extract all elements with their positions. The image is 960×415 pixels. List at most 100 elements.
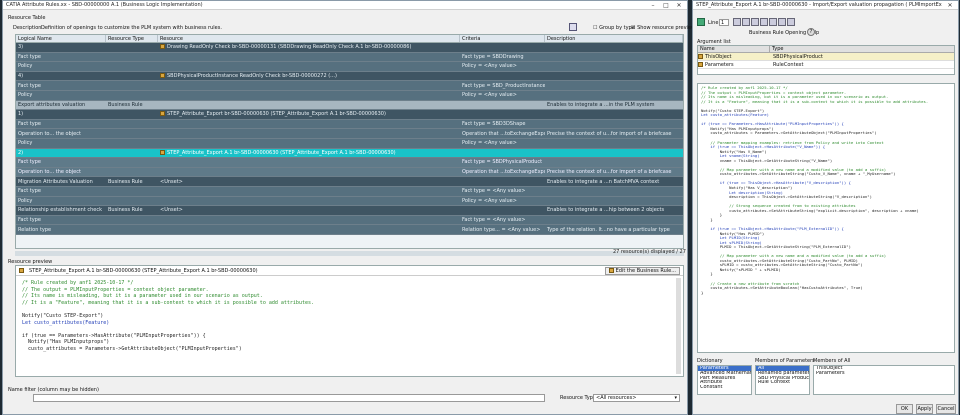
print-icon[interactable] [787,18,795,26]
column-header[interactable]: Description [545,35,683,42]
argument-rows: ThisObject SBDPhysicalProduct Parameters Ru… [698,53,954,69]
table-cell: Policy = <Any value> [462,197,517,204]
table-cell: Fact type [18,121,41,128]
table-cell: 4) [18,73,24,80]
table-row[interactable]: Relation type Relation type... = <Any val… [16,225,683,235]
table-row[interactable]: Policy Policy = <Any value> [16,90,683,101]
list-item[interactable]: Parameters [814,371,954,376]
preview-code[interactable]: /* Rule created by anf1 2025-10-17 */// … [16,276,673,376]
rule-icon [160,111,165,117]
column-header[interactable]: Logical Name [16,35,106,42]
rule-code[interactable]: /* Rule created by anf1 2025-10-17 */// … [698,84,954,297]
format-icon[interactable] [769,18,777,26]
table-row[interactable]: Fact type Fact type = <Any value> [16,186,683,197]
code-line: // It is a "Feature", meaning that it is… [701,98,929,104]
table-cell: Operation that ...toExchangeExport [462,130,545,137]
edit-icon [608,267,614,273]
rule-editor-window: STEP_Attribute_Export A.1 br-SBD-0000063… [692,0,959,415]
rule-code-editor[interactable]: /* Rule created by anf1 2025-10-17 */// … [697,83,955,353]
argument-row[interactable]: Parameters RuleContext [698,61,954,69]
table-cell: Fact type [18,53,41,60]
line-value: 1 [721,20,725,26]
table-cell: Operation that ...toExchangeExport [462,169,545,176]
table-row[interactable]: Fact type Fact type = SBD_ProductInstance [16,81,683,91]
filter-icon[interactable] [569,23,577,31]
table-row[interactable]: Export attributes valuation Business Rule… [16,100,683,111]
group-by-type-label: Group by type [599,25,635,31]
code-line: custo_attributes = Parameters->GetAttrib… [22,345,242,352]
table-row[interactable]: Operation to... the object Operation that… [16,129,683,139]
close-icon[interactable]: ✕ [945,2,955,9]
show-preview-checkbox[interactable]: ☑ Show resource preview [631,25,695,31]
table-row[interactable]: Fact type Fact type = SBD3DShape [16,119,683,130]
chevron-down-icon: ▾ [674,395,677,401]
cancel-button[interactable]: Cancel [936,404,956,414]
description-value: Definition of openings to customize the … [41,25,222,31]
table-row[interactable]: Fact type Fact type = SBDDrawing [16,52,683,63]
members-params-list[interactable]: All Renamed parameters SBD Physical Produc… [755,365,810,395]
table-row[interactable]: Relationship establishment check Business… [16,206,683,216]
column-header[interactable]: Resource Type [106,35,158,42]
rule-icon [19,268,24,273]
table-row[interactable]: 3) Drawing ReadOnly Check br-SBD-00000131… [16,43,683,53]
minimize-icon[interactable]: – [648,2,658,9]
table-row[interactable]: 2) STEP_Attribute_Export A.1 br-SBD-00000… [16,148,683,159]
search-icon[interactable] [733,18,741,26]
argument-row[interactable]: ThisObject SBDPhysicalProduct [698,53,954,61]
grid-rows: 3) Drawing ReadOnly Check br-SBD-00000131… [16,43,683,235]
code-line: // The output = PLMInputProperties = con… [22,286,209,293]
ok-button[interactable]: OK [896,404,913,414]
table-row[interactable]: Fact type Fact type = <Any value> [16,215,683,226]
edit-business-rule-button[interactable]: Edit the Business Rule... [604,266,680,275]
close-icon[interactable]: ✕ [674,2,684,9]
list-item[interactable]: Rule Context [756,380,809,385]
dictionary-list[interactable]: ParametersAdvanced Mathematics F...Part … [697,365,752,395]
table-cell: Precise the context of u...for import of… [547,169,672,176]
table-row[interactable]: 1) STEP_Attribute_Export br-SBD-00000630 … [16,110,683,120]
parameter-icon [698,54,703,59]
table-cell: 2) [18,149,24,156]
table-cell: Fact type = SBDPhysicalProduct [462,159,543,166]
apply-button[interactable]: Apply [916,404,933,414]
group-by-type-checkbox[interactable]: ☐ Group by type [593,25,635,31]
table-cell: Fact type [18,216,41,223]
code-line: custo_attributes->SetAttributeString("ex… [701,207,919,213]
edit-button-label: Edit the Business Rule... [615,267,676,274]
table-row[interactable]: Policy Policy = <Any value> [16,62,683,72]
undo-icon[interactable] [742,18,750,26]
redo-icon[interactable] [751,18,759,26]
table-cell: STEP_Attribute_Export A.1 br-SBD-0000063… [158,149,460,156]
table-cell: Policy [18,140,33,147]
members-params-label: Members of Parameters [755,358,815,364]
comment-icon[interactable] [760,18,768,26]
list-item[interactable]: Constant [698,385,751,390]
help-icon[interactable]: ? [807,28,815,36]
show-preview-label: Show resource preview [637,25,696,31]
horizontal-scrollbar[interactable] [15,251,684,256]
arg-col-type: Type [772,46,784,52]
table-cell: 3) [18,44,24,51]
table-cell: Fact type = SBD3DShape [462,121,526,128]
line-input[interactable]: 1 [719,19,729,26]
members-all-list[interactable]: ThisObject Parameters [813,365,955,395]
table-row[interactable]: Policy Policy = <Any value> [16,138,683,149]
table-row[interactable]: Operation to... the object Operation that… [16,167,683,178]
check-icon[interactable] [778,18,786,26]
table-cell: Migration Attributes Valuation [18,178,93,185]
table-cell: Fact type = <Any value> [462,188,526,195]
table-row[interactable]: Policy Policy = <Any value> [16,196,683,207]
table-row[interactable]: 4) SBDPhysicalProductInstance ReadOnly Ch… [16,71,683,82]
table-row[interactable]: Fact type Fact type = SBDPhysicalProduct [16,158,683,168]
resource-type-select[interactable]: <All resources> ▾ [593,394,680,402]
column-header[interactable]: Resource [158,35,460,42]
table-cell: Operation to... the object [18,130,81,137]
table-row[interactable]: Migration Attributes Valuation Business R… [16,177,683,187]
code-line: if (true == Parameters->HasAttribute("PL… [22,332,206,339]
column-header[interactable]: Criteria [460,35,545,42]
preview-scrollbar[interactable] [676,278,681,374]
name-filter-input[interactable] [33,394,545,402]
table-cell: Policy [18,197,33,204]
argument-type: SBDPhysicalProduct [773,53,823,60]
maximize-icon[interactable]: □ [661,2,671,9]
